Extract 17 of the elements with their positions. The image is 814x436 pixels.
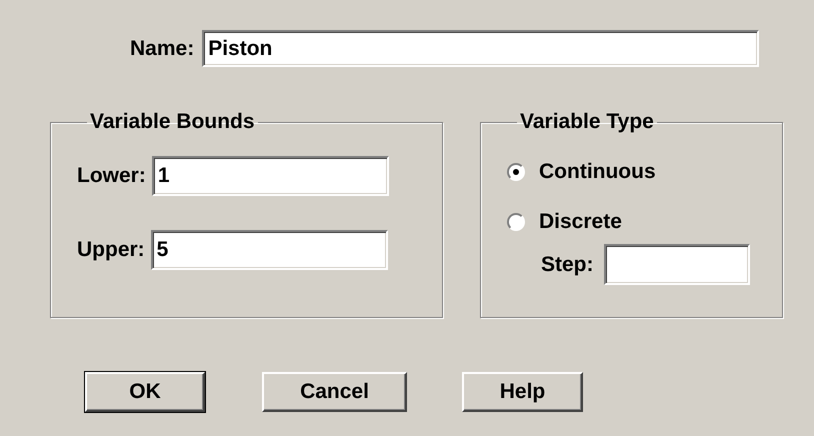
name-field[interactable]: Piston bbox=[202, 30, 760, 67]
radio-button[interactable] bbox=[507, 213, 525, 231]
dialog-button[interactable]: Cancel bbox=[262, 372, 407, 412]
dialog-button[interactable]: Help bbox=[462, 372, 583, 412]
radio-button[interactable] bbox=[507, 163, 525, 181]
name-label: Name: bbox=[130, 36, 194, 60]
group-title: Variable Bounds bbox=[89, 110, 256, 134]
bound-label: Upper: bbox=[77, 238, 145, 262]
bound-field[interactable]: 1 bbox=[152, 156, 389, 196]
option-label[interactable]: Continuous bbox=[539, 160, 656, 184]
bound-field[interactable]: 5 bbox=[150, 230, 388, 270]
option-label[interactable]: Discrete bbox=[539, 210, 622, 234]
step-field[interactable] bbox=[604, 244, 750, 285]
step-label: Step: bbox=[541, 252, 594, 276]
bound-label: Lower: bbox=[77, 164, 146, 188]
dialog-button[interactable]: OK bbox=[85, 372, 205, 412]
group-title: Variable Type bbox=[519, 110, 655, 134]
